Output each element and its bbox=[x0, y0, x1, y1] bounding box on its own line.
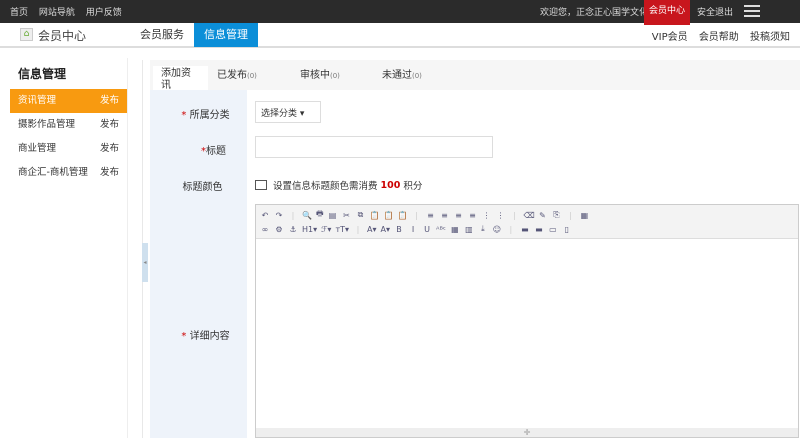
feedback-link[interactable]: 用户反馈 bbox=[86, 8, 122, 18]
toolbar-button-icon[interactable]: ⚙ bbox=[274, 225, 284, 234]
title-color-picker[interactable]: 设置信息标题颜色需消费 100 积分 bbox=[255, 178, 422, 192]
toolbar-button-icon[interactable]: ☺ bbox=[492, 225, 502, 234]
toolbar-button-icon[interactable]: ≡ bbox=[425, 211, 435, 220]
toolbar-button-icon[interactable]: 📋 bbox=[384, 211, 394, 220]
news-form: * 所属分类 选择分类 ▾ *标题 标题颜色 设置信息标题颜色需消费 100 积分 … bbox=[150, 90, 800, 438]
toolbar-button-icon[interactable]: ▬ bbox=[534, 225, 544, 234]
toolbar-button-icon[interactable]: ℱ▾ bbox=[321, 225, 331, 234]
home-logo-icon: ⌂ bbox=[20, 28, 33, 41]
toolbar-button-icon[interactable]: ▤ bbox=[328, 211, 338, 220]
submission-guide-link[interactable]: 投稿须知 bbox=[750, 32, 790, 43]
content-label: * 详细内容 bbox=[181, 331, 230, 342]
toolbar-button-icon[interactable]: ᴛT▾ bbox=[335, 225, 349, 234]
sidebar-item-label[interactable]: 摄影作品管理 bbox=[18, 113, 75, 137]
sidebar-item-news[interactable]: 资讯管理 发布 bbox=[10, 89, 127, 113]
toolbar-button-icon[interactable]: H1▾ bbox=[302, 225, 317, 234]
member-center-button[interactable]: 会员中心 bbox=[644, 0, 690, 25]
toolbar-button-icon[interactable]: ▦ bbox=[579, 211, 589, 220]
title-input[interactable] bbox=[255, 136, 493, 158]
toolbar-button-icon[interactable]: ▯ bbox=[562, 225, 572, 234]
tab-reviewing[interactable]: 审核中(0) bbox=[300, 66, 340, 81]
toolbar-button-icon[interactable]: ≡ bbox=[453, 211, 463, 220]
nav-info-management[interactable]: 信息管理 bbox=[194, 23, 258, 47]
toolbar-separator: | bbox=[513, 210, 516, 220]
title-label: *标题 bbox=[201, 146, 226, 157]
tab-rejected[interactable]: 未通过(0) bbox=[382, 66, 422, 81]
toolbar-button-icon[interactable]: B bbox=[394, 225, 404, 234]
logout-link[interactable]: 安全退出 bbox=[697, 5, 733, 18]
color-swatch[interactable] bbox=[255, 180, 267, 190]
category-select[interactable]: 选择分类 ▾ bbox=[255, 101, 321, 123]
toolbar-button-icon[interactable]: ⚓ bbox=[288, 225, 298, 234]
top-bar: 首页 网站导航 用户反馈 欢迎您，正念正心国学文化 会员中心 安全退出 bbox=[0, 0, 800, 25]
toolbar-button-icon[interactable]: ᴬᴮᶜ bbox=[436, 225, 446, 234]
collapse-handle[interactable]: ◂ bbox=[142, 243, 148, 282]
editor-toolbar: ↶ ↷ | 🔍 🖶 ▤ ✂ ⧉ 📋 📋 📋 | ≡ ≡ ≡ ≡ ⋮ ⋮ | ⌫ ✎ ⎘ | ▦ ∞ ⚙ ⚓ H1▾ ℱ▾ ᴛT▾ | A▾ A… bbox=[256, 205, 798, 239]
publish-link[interactable]: 发布 bbox=[100, 89, 119, 113]
toolbar-button-icon[interactable]: ▦ bbox=[450, 225, 460, 234]
tab-add-news[interactable]: 添加资讯 bbox=[153, 66, 208, 91]
toolbar-button-icon[interactable]: A▾ bbox=[367, 225, 377, 234]
toolbar-button-icon[interactable]: 📋 bbox=[397, 211, 407, 220]
toolbar-button-icon[interactable]: ⤓ bbox=[478, 224, 488, 234]
toolbar-button-icon[interactable]: ↷ bbox=[274, 211, 284, 220]
toolbar-button-icon[interactable]: ▭ bbox=[548, 225, 558, 234]
sidebar-item-business[interactable]: 商业管理 发布 bbox=[10, 137, 127, 161]
toolbar-button-icon[interactable]: ▥ bbox=[464, 225, 474, 234]
sidebar-item-label[interactable]: 资讯管理 bbox=[18, 89, 56, 113]
toolbar-button-icon[interactable]: ⋮ bbox=[481, 211, 491, 220]
publish-link[interactable]: 发布 bbox=[100, 113, 119, 137]
category-label: * 所属分类 bbox=[181, 110, 230, 121]
toolbar-button-icon[interactable]: ≡ bbox=[439, 211, 449, 220]
site-nav-link[interactable]: 网站导航 bbox=[39, 8, 75, 18]
toolbar-button-icon[interactable]: 🖶 bbox=[316, 208, 324, 222]
sidebar-title: 信息管理 bbox=[18, 67, 67, 81]
toolbar-button-icon[interactable]: A▾ bbox=[381, 225, 391, 234]
tabs: 添加资讯 已发布(0) 审核中(0) 未通过(0) bbox=[150, 60, 800, 91]
nav-member-service[interactable]: 会员服务 bbox=[130, 23, 194, 47]
resize-handle[interactable]: ✛ bbox=[256, 428, 798, 437]
toolbar-separator: | bbox=[415, 210, 418, 220]
toolbar-button-icon[interactable]: ≡ bbox=[467, 211, 477, 220]
toolbar-button-icon[interactable]: I bbox=[408, 225, 418, 234]
rich-text-editor: ↶ ↷ | 🔍 🖶 ▤ ✂ ⧉ 📋 📋 📋 | ≡ ≡ ≡ ≡ ⋮ ⋮ | ⌫ ✎ ⎘ | ▦ ∞ ⚙ ⚓ H1▾ ℱ▾ ᴛT▾ | A▾ A… bbox=[255, 204, 799, 438]
vip-link[interactable]: VIP会员 bbox=[652, 32, 688, 43]
toolbar-button-icon[interactable]: ▬ bbox=[520, 225, 530, 234]
toolbar-button-icon[interactable]: ⧉ bbox=[356, 210, 366, 220]
sidebar: 信息管理 资讯管理 发布 摄影作品管理 发布 商业管理 发布 商企汇-商机管理 发布 bbox=[10, 58, 128, 438]
main-content: 添加资讯 已发布(0) 审核中(0) 未通过(0) * 所属分类 选择分类 ▾ … bbox=[150, 60, 800, 438]
toolbar-button-icon[interactable]: ⋮ bbox=[495, 211, 505, 220]
header: ⌂ 会员中心 会员服务 信息管理 VIP会员 会员帮助 投稿须知 bbox=[0, 23, 800, 48]
toolbar-button-icon[interactable]: 📋 bbox=[370, 211, 380, 220]
toolbar-button-icon[interactable]: U bbox=[422, 225, 432, 234]
tab-published[interactable]: 已发布(0) bbox=[217, 66, 257, 81]
toolbar-button-icon[interactable]: ✎ bbox=[537, 211, 547, 220]
brand-title[interactable]: 会员中心 bbox=[38, 27, 86, 44]
toolbar-button-icon[interactable]: ✂ bbox=[342, 211, 352, 220]
toolbar-button-icon[interactable]: 🔍 bbox=[302, 211, 312, 220]
toolbar-button-icon[interactable]: ⎘ bbox=[551, 210, 561, 220]
publish-link[interactable]: 发布 bbox=[100, 161, 119, 185]
help-link[interactable]: 会员帮助 bbox=[699, 32, 739, 43]
toolbar-separator: | bbox=[291, 210, 295, 220]
color-label: 标题颜色 bbox=[182, 182, 223, 193]
toolbar-button-icon[interactable]: ↶ bbox=[260, 211, 270, 220]
menu-icon[interactable] bbox=[744, 5, 760, 17]
publish-link[interactable]: 发布 bbox=[100, 137, 119, 161]
sidebar-item-label[interactable]: 商业管理 bbox=[18, 137, 56, 161]
sidebar-item-label[interactable]: 商企汇-商机管理 bbox=[18, 161, 88, 185]
editor-content-area[interactable] bbox=[256, 239, 798, 427]
sidebar-item-opportunity[interactable]: 商企汇-商机管理 发布 bbox=[10, 161, 127, 185]
welcome-text: 欢迎您，正念正心国学文化 bbox=[540, 8, 649, 18]
toolbar-button-icon[interactable]: ∞ bbox=[260, 225, 270, 234]
toolbar-separator: | bbox=[509, 224, 513, 234]
toolbar-button-icon[interactable]: ⌫ bbox=[523, 211, 534, 220]
sidebar-item-photo[interactable]: 摄影作品管理 发布 bbox=[10, 113, 127, 137]
main-nav: 会员服务 信息管理 bbox=[130, 23, 258, 47]
toolbar-separator: | bbox=[569, 210, 572, 220]
home-link[interactable]: 首页 bbox=[10, 8, 28, 18]
toolbar-separator: | bbox=[356, 224, 360, 234]
